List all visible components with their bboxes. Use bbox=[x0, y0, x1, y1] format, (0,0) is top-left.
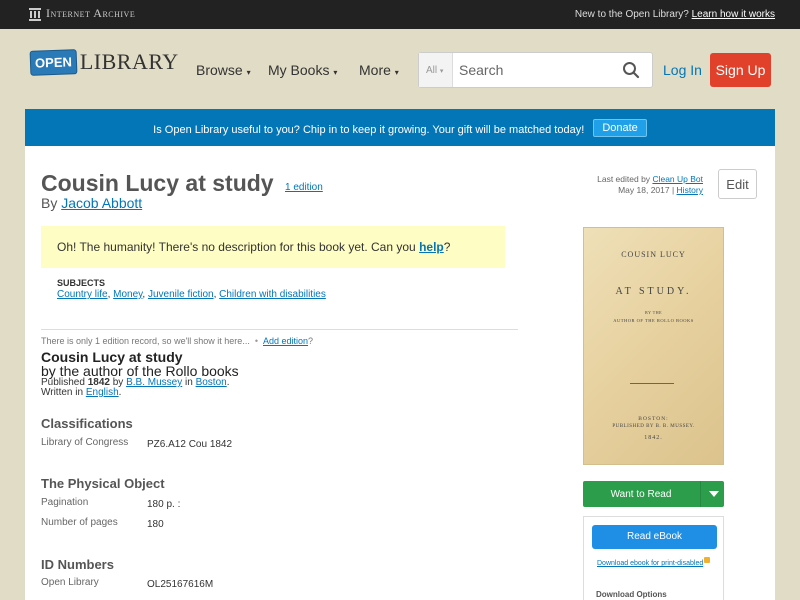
pages-label: Number of pages bbox=[41, 517, 118, 528]
subjects-section: SUBJECTS Country life, Money, Juvenile f… bbox=[57, 278, 326, 300]
edition-language: Written in English. bbox=[41, 387, 122, 398]
classification-value: PZ6.A12 Cou 1842 bbox=[147, 439, 233, 450]
donation-banner-text: Is Open Library useful to you? Chip in t… bbox=[153, 124, 585, 136]
subjects-title: SUBJECTS bbox=[57, 278, 106, 288]
edition-note: There is only 1 edition record, so we'll… bbox=[41, 336, 314, 346]
last-edited-prefix: Last edited by bbox=[597, 174, 651, 184]
cover-text: 1842. bbox=[644, 435, 663, 441]
search-scope-label: All bbox=[426, 65, 438, 76]
chevron-down-icon: ▾ bbox=[246, 68, 251, 77]
read-ebook-button[interactable]: Read eBook bbox=[592, 525, 717, 549]
by-prefix: By bbox=[41, 195, 58, 211]
description-help-link[interactable]: help bbox=[419, 240, 444, 254]
edition-count-link[interactable]: 1 edition bbox=[285, 182, 323, 193]
author-link[interactable]: Jacob Abbott bbox=[61, 195, 142, 211]
cover-text: BOSTON: bbox=[638, 416, 669, 422]
description-box: Oh! The humanity! There's no description… bbox=[41, 226, 505, 268]
chevron-down-icon: ▾ bbox=[333, 68, 338, 77]
published-in: in bbox=[185, 377, 193, 388]
history-link[interactable]: History bbox=[677, 185, 703, 195]
open-library-id-value: OL25167616M bbox=[147, 579, 214, 590]
work-byline: By Jacob Abbott bbox=[41, 195, 142, 211]
subject-link[interactable]: Juvenile fiction bbox=[148, 289, 214, 300]
read-options-panel: Read eBook Download ebook for print-disa… bbox=[583, 516, 724, 600]
description-text: Oh! The humanity! There's no description… bbox=[57, 240, 416, 254]
language-link[interactable]: English bbox=[86, 387, 119, 398]
nav-browse[interactable]: Browse ▾ bbox=[196, 62, 251, 78]
ia-prompt-text: New to the Open Library? bbox=[574, 9, 689, 20]
ia-logo-text: Internet Archive bbox=[46, 6, 136, 20]
edit-button[interactable]: Edit bbox=[718, 169, 757, 199]
search-icon[interactable] bbox=[622, 61, 640, 79]
id-numbers-title: ID Numbers bbox=[41, 557, 114, 572]
open-library-logo[interactable]: OPEN LIBRARY bbox=[29, 48, 179, 76]
login-link[interactable]: Log In bbox=[663, 62, 702, 78]
chevron-down-icon: ▾ bbox=[394, 68, 399, 77]
chevron-down-icon: ▾ bbox=[439, 68, 444, 75]
cover-text: COUSIN LUCY bbox=[621, 250, 686, 259]
site-header: OPEN LIBRARY Browse ▾ My Books ▾ More ▾ … bbox=[0, 29, 800, 109]
search-input[interactable] bbox=[453, 53, 613, 87]
subjects-list: Country life, Money, Juvenile fiction, C… bbox=[57, 289, 326, 300]
last-edited-date: May 18, 2017 bbox=[618, 185, 670, 195]
written-prefix: Written in bbox=[41, 387, 84, 398]
nav-more[interactable]: More ▾ bbox=[359, 62, 399, 78]
book-cover-art: COUSIN LUCY AT STUDY. BY THE AUTHOR OF T… bbox=[584, 228, 723, 464]
nav-more-label: More bbox=[359, 62, 391, 78]
want-to-read-group: Want to Read bbox=[583, 481, 724, 507]
description-end: ? bbox=[443, 240, 451, 254]
learn-how-link[interactable]: Learn how it works bbox=[692, 9, 775, 20]
logo-open-badge: OPEN bbox=[29, 48, 78, 76]
donate-button[interactable]: Donate bbox=[593, 119, 647, 137]
cover-text: AUTHOR OF THE ROLLO BOOKS bbox=[613, 318, 694, 323]
pagination-value: 180 p. : bbox=[147, 499, 181, 510]
subject-link[interactable]: Children with disabilities bbox=[219, 289, 326, 300]
logo-library-text: LIBRARY bbox=[79, 49, 179, 74]
nav-my-books[interactable]: My Books ▾ bbox=[268, 62, 337, 78]
edition-note-text: There is only 1 edition record, so we'll… bbox=[41, 336, 250, 346]
want-to-read-dropdown[interactable] bbox=[700, 481, 724, 507]
nav-my-books-label: My Books bbox=[268, 62, 330, 78]
signup-button[interactable]: Sign Up bbox=[710, 53, 771, 87]
nav-browse-label: Browse bbox=[196, 62, 243, 78]
publish-place-link[interactable]: Boston bbox=[196, 377, 227, 388]
ia-new-user-prompt: New to the Open Library? Learn how it wo… bbox=[575, 9, 775, 20]
work-title: Cousin Lucy at study bbox=[41, 170, 274, 196]
subject-link[interactable]: Money bbox=[113, 289, 142, 300]
ia-top-bar: Internet Archive New to the Open Library… bbox=[0, 0, 800, 29]
lock-icon bbox=[704, 557, 711, 563]
last-edited-info: Last edited by Clean Up Bot May 18, 2017… bbox=[597, 174, 703, 195]
book-cover[interactable]: COUSIN LUCY AT STUDY. BY THE AUTHOR OF T… bbox=[583, 227, 724, 465]
print-disabled-link[interactable]: Download ebook for print-disabled bbox=[597, 560, 703, 567]
physical-object-title: The Physical Object bbox=[41, 476, 165, 491]
classification-label: Library of Congress bbox=[41, 437, 129, 448]
archive-building-icon bbox=[29, 7, 41, 21]
cover-rule bbox=[630, 383, 674, 384]
pagination-label: Pagination bbox=[41, 497, 89, 508]
classifications-title: Classifications bbox=[41, 416, 133, 431]
search-bar: All ▾ bbox=[418, 52, 653, 88]
cover-text: BY THE bbox=[644, 310, 663, 315]
main-content: Cousin Lucy at study 1 edition By Jacob … bbox=[25, 146, 775, 600]
open-library-id-label: Open Library bbox=[41, 577, 99, 588]
donation-banner: Is Open Library useful to you? Chip in t… bbox=[25, 109, 775, 146]
add-edition-suffix: ? bbox=[308, 336, 314, 346]
cover-text: AT STUDY. bbox=[615, 286, 692, 297]
subject-link[interactable]: Country life bbox=[57, 289, 108, 300]
last-edited-user-link[interactable]: Clean Up Bot bbox=[652, 174, 703, 184]
publisher-link[interactable]: B.B. Mussey bbox=[126, 377, 182, 388]
download-options-heading: Download Options bbox=[596, 590, 667, 599]
print-disabled-download: Download ebook for print-disabled bbox=[597, 557, 711, 567]
search-scope-select[interactable]: All ▾ bbox=[419, 53, 453, 87]
add-edition-link[interactable]: Add edition bbox=[263, 336, 308, 346]
want-to-read-button[interactable]: Want to Read bbox=[583, 481, 699, 507]
section-divider bbox=[41, 329, 518, 330]
pages-value: 180 bbox=[147, 519, 164, 530]
cover-text: PUBLISHED BY B. B. MUSSEY. bbox=[612, 424, 695, 429]
ia-logo[interactable]: Internet Archive bbox=[28, 6, 135, 21]
